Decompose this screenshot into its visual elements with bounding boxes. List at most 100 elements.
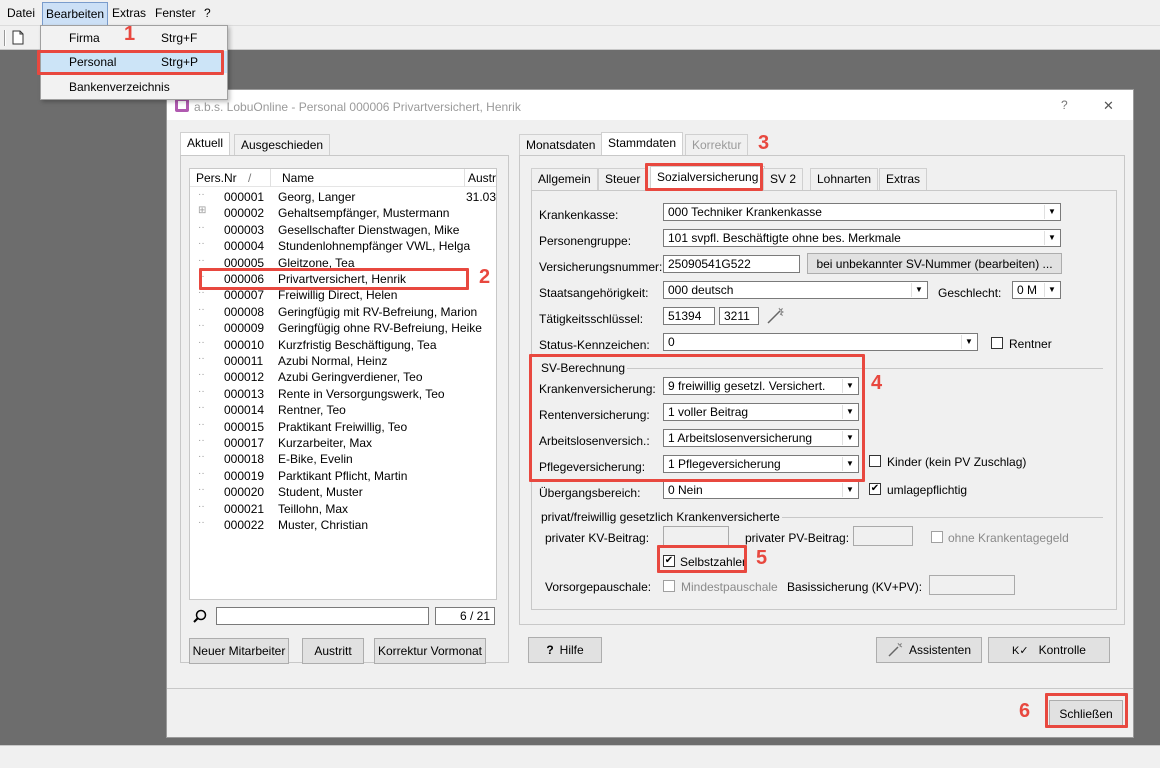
chevron-down-icon: ▼ [842,483,857,497]
help-button[interactable]: ? Hilfe [528,637,602,663]
list-item[interactable]: ·· 000015 Praktikant Freiwillig, Teo [190,419,490,435]
list-item[interactable]: ·· 000012 Azubi Geringverdiener, Teo [190,369,490,385]
rentner-checkbox[interactable] [991,337,1003,349]
sv-unknown-button[interactable]: bei unbekannter SV-Nummer (bearbeiten) .… [807,253,1062,274]
list-item[interactable]: ·· 000020 Student, Muster [190,484,490,500]
list-item[interactable]: ·· 000009 Geringfügig ohne RV-Befreiung, H… [190,320,490,336]
expand-icon[interactable]: ⊞ [198,205,206,216]
tree-line: ·· [198,435,205,446]
tree-line: ·· [198,353,205,364]
tab-allgemein[interactable]: Allgemein [531,168,598,190]
tree-line: ·· [198,467,205,479]
callout-1: 1 [124,23,136,45]
callout-2: 2 [479,266,491,288]
kontrolle-button[interactable]: K✓ Kontrolle [988,637,1110,663]
list-item[interactable]: ·· 000001 Georg, Langer 31.03 [190,189,496,205]
employee-name: E-Bike, Evelin [278,452,353,467]
krankenkasse-label: Krankenkasse: [539,208,619,222]
employee-number: 000017 [224,436,265,450]
tab-lohnarten[interactable]: Lohnarten [810,168,879,190]
sort-icon: / [248,171,252,185]
record-count: 6 / 21 [435,607,495,625]
taetig-input-2[interactable]: 3211 [719,307,759,325]
employee-number: 000001 [224,190,265,204]
status-bar [0,745,1160,768]
magic-wand-icon [888,643,903,657]
search-input[interactable] [216,607,429,625]
assistenten-button[interactable]: Assistenten [876,637,982,663]
employee-name: Azubi Geringverdiener, Teo [278,370,423,385]
list-item[interactable]: ·· 000004 Stundenlohnempfänger VWL, Helga [190,238,490,254]
tree-line: ·· [198,238,205,250]
list-item[interactable]: ·· 000021 Teillohn, Max [190,501,490,517]
geschlecht-select[interactable]: 0 M ▼ [1012,281,1061,299]
tree-line: ·· [198,320,205,332]
list-item[interactable]: ·· 000013 Rente in Versorgungswerk, Teo [190,386,490,402]
highlight-sozialversicherung-tab [645,163,763,191]
col-name[interactable]: Name [282,171,314,185]
list-item[interactable]: ·· 000010 Kurzfristig Beschäftigung, Tea [190,337,490,353]
employee-name: Geringfügig mit RV-Befreiung, Marion [278,304,478,319]
exit-button[interactable]: Austritt [302,638,364,664]
priv-pv-label: privater PV-Beitrag: [745,531,850,545]
uebergang-select[interactable]: 0 Nein ▼ [663,481,859,499]
list-item[interactable]: ·· 000011 Azubi Normal, Heinz [190,353,490,369]
employee-name: Rentner, Teo [278,403,346,418]
ohne-kt-label: ohne Krankentagegeld [948,531,1069,545]
tab-ausgeschieden[interactable]: Ausgeschieden [234,134,331,156]
close-icon[interactable]: ✕ [1103,98,1114,114]
employee-name: Azubi Normal, Heinz [278,354,388,368]
menu-item-bankenverzeichnis[interactable]: Bankenverzeichnis [41,76,227,98]
tree-line: ·· [198,451,205,463]
tab-steuer[interactable]: Steuer [598,168,648,190]
umlage-checkbox[interactable]: ✔ [869,483,881,495]
employee-name: Kurzfristig Beschäftigung, Tea [278,337,437,352]
personengruppe-select[interactable]: 101 svpfl. Beschäftigte ohne bes. Merkma… [663,229,1061,247]
list-item[interactable]: ·· 000018 E-Bike, Evelin [190,451,490,467]
status-select[interactable]: 0 ▼ [663,333,978,351]
search-icon[interactable] [193,609,207,623]
priv-kv-label: privater KV-Beitrag: [545,531,650,545]
tab-sv2[interactable]: SV 2 [763,168,804,190]
employee-list[interactable]: Pers.Nr / Name Austr ·· 000001 Georg, Lang… [189,168,497,600]
menu-extras[interactable]: Extras [112,6,146,20]
ohne-kt-checkbox [931,531,943,543]
list-item[interactable]: ·· 000014 Rentner, Teo [190,402,490,418]
employee-number: 000007 [224,288,265,303]
tab-monatsdaten[interactable]: Monatsdaten [519,134,603,156]
tab-extras[interactable]: Extras [879,168,928,190]
tab-stammdaten[interactable]: Stammdaten [601,132,684,156]
list-header: Pers.Nr / Name Austr [190,169,496,187]
highlight-selbstzahler [657,545,747,573]
menu-bearbeiten[interactable]: Bearbeiten [42,2,109,26]
kinder-checkbox[interactable] [869,455,881,467]
col-austr[interactable]: Austr [468,171,496,185]
versnr-input[interactable]: 25090541G522 [663,255,800,273]
employee-number: 000019 [224,468,265,483]
priv-kv-input [663,526,729,546]
versnr-label: Versicherungsnummer: [539,260,663,274]
menu-bar: Datei Bearbeiten Extras Fenster ? [0,0,1160,26]
menu-fenster[interactable]: Fenster [155,6,196,20]
tab-aktuell[interactable]: Aktuell [180,132,231,156]
list-item[interactable]: ·· 000019 Parktikant Pflicht, Martin [190,468,490,484]
footer-line [167,688,1133,689]
staat-select[interactable]: 000 deutsch ▼ [663,281,928,299]
krankenkasse-select[interactable]: 000 Techniker Krankenkasse ▼ [663,203,1061,221]
new-employee-button[interactable]: Neuer Mitarbeiter [189,638,289,664]
list-item[interactable]: ·· 000008 Geringfügig mit RV-Befreiung, Ma… [190,304,490,320]
uebergang-label: Übergangsbereich: [539,486,641,500]
app-icon [175,98,189,112]
col-persnr[interactable]: Pers.Nr [196,171,237,185]
help-icon[interactable]: ? [1061,98,1068,112]
menu-datei[interactable]: Datei [7,6,35,20]
new-document-icon[interactable] [12,30,24,45]
list-item[interactable]: ·· 000022 Muster, Christian [190,517,490,533]
list-item[interactable]: ⊞ 000002 Gehaltsempfänger, Mustermann [190,205,490,221]
taetig-input-1[interactable]: 51394 [663,307,715,325]
correction-button[interactable]: Korrektur Vormonat [374,638,486,664]
list-item[interactable]: ·· 000017 Kurzarbeiter, Max [190,435,490,451]
magic-wand-icon[interactable] [765,306,785,326]
list-item[interactable]: ·· 000003 Gesellschafter Dienstwagen, Mike [190,222,490,238]
menu-help[interactable]: ? [204,6,211,20]
